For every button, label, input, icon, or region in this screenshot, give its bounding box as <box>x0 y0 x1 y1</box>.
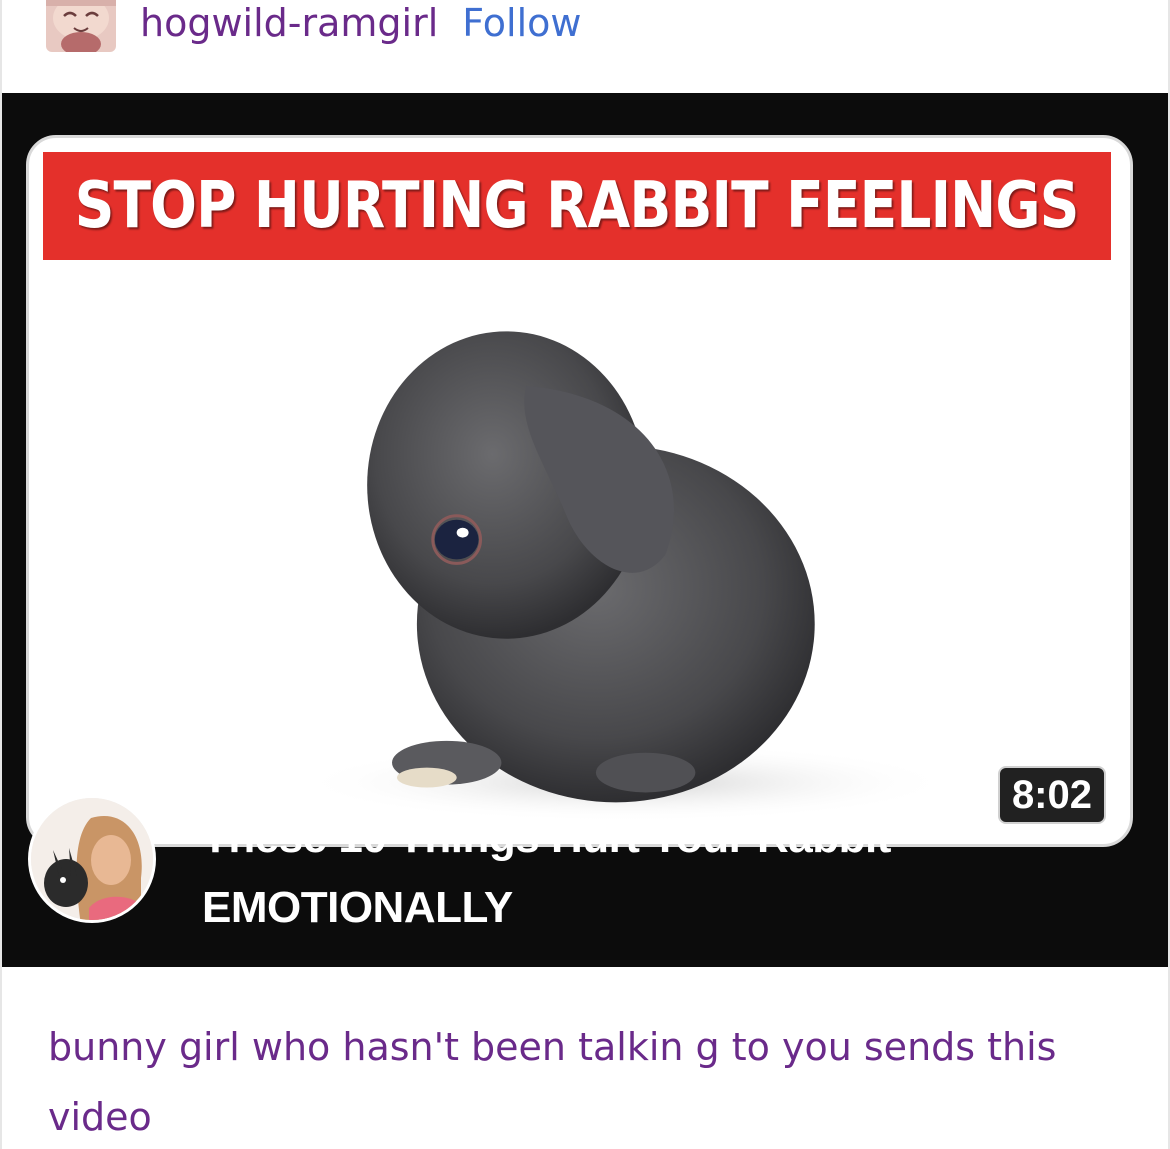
avatar-image <box>46 0 116 52</box>
thumbnail-banner-text: STOP HURTING RABBIT FEELINGS <box>75 169 1080 243</box>
video-title-line-1: These 10 Things Hurt Your Rabbit <box>202 813 891 862</box>
video-title[interactable]: These 10 Things Hurt Your Rabbit EMOTION… <box>202 803 1102 943</box>
username[interactable]: hogwild-ramgirl <box>140 0 438 46</box>
video-thumbnail[interactable]: STOP HURTING RABBIT FEELINGS 8:02 <box>26 135 1133 847</box>
user-avatar[interactable] <box>46 0 116 52</box>
follow-button[interactable]: Follow <box>462 0 581 46</box>
channel-avatar[interactable] <box>28 795 156 923</box>
post-header: hogwild-ramgirl Follow <box>2 0 1168 92</box>
channel-avatar-image <box>31 798 153 920</box>
post-caption: bunny girl who hasn't been talkin g to y… <box>48 1025 1057 1139</box>
video-title-line-2: EMOTIONALLY <box>202 883 513 932</box>
video-screenshot[interactable]: STOP HURTING RABBIT FEELINGS 8:02 These … <box>2 93 1168 967</box>
thumbnail-banner: STOP HURTING RABBIT FEELINGS <box>43 152 1111 260</box>
post-card: hogwild-ramgirl Follow STOP HURTING RABB… <box>0 0 1170 1149</box>
